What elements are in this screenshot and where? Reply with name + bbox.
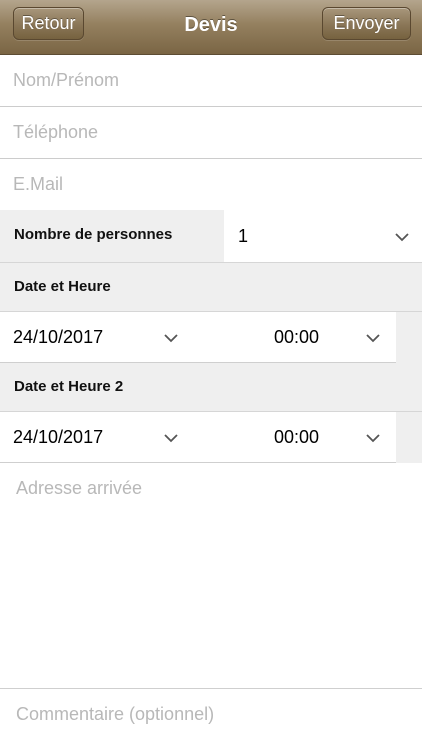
chevron-down-icon <box>366 334 380 343</box>
datetime1-label: Date et Heure <box>14 278 111 295</box>
email-field-row <box>0 159 422 211</box>
phone-input[interactable] <box>13 107 413 158</box>
datetime1-header: Date et Heure <box>0 263 422 312</box>
time2-select[interactable]: 00:00 <box>200 412 396 462</box>
date2-select[interactable]: 24/10/2017 <box>0 412 200 462</box>
persons-label: Nombre de personnes <box>14 226 173 243</box>
datetime2-row: 24/10/2017 00:00 <box>0 412 396 463</box>
date1-value: 24/10/2017 <box>13 327 104 347</box>
persons-row: Nombre de personnes 1 <box>0 210 422 263</box>
address-input[interactable] <box>16 478 416 678</box>
time2-value: 00:00 <box>274 427 320 447</box>
chevron-down-icon <box>164 434 178 443</box>
comment-input[interactable] <box>16 704 416 744</box>
datetime1-row: 24/10/2017 00:00 <box>0 312 396 363</box>
chevron-down-icon <box>366 434 380 443</box>
time1-select[interactable]: 00:00 <box>200 312 396 362</box>
name-input[interactable] <box>13 55 413 106</box>
time1-value: 00:00 <box>274 327 320 347</box>
chevron-down-icon <box>164 334 178 343</box>
persons-select[interactable]: 1 <box>224 210 422 262</box>
persons-value: 1 <box>238 226 249 246</box>
date2-value: 24/10/2017 <box>13 427 104 447</box>
row-side-strip <box>396 312 422 363</box>
row-side-strip <box>396 412 422 463</box>
send-button[interactable]: Envoyer <box>322 7 411 40</box>
email-input[interactable] <box>13 159 413 210</box>
name-field-row <box>0 55 422 107</box>
navigation-bar: Retour Devis Envoyer <box>0 0 422 55</box>
address-area <box>0 464 422 688</box>
phone-field-row <box>0 107 422 159</box>
datetime2-header: Date et Heure 2 <box>0 363 422 412</box>
date1-select[interactable]: 24/10/2017 <box>0 312 200 362</box>
datetime2-label: Date et Heure 2 <box>14 378 124 395</box>
comment-area <box>0 689 422 750</box>
chevron-down-icon <box>395 233 409 242</box>
